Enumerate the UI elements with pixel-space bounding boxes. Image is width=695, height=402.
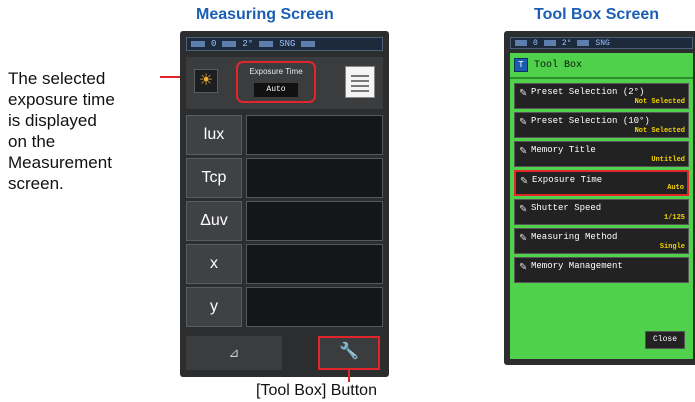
toolbox-screen-title: Tool Box Screen xyxy=(534,6,660,23)
selected-exposure-annotation: The selected exposure time is displayed … xyxy=(8,68,115,194)
toolbox-button[interactable]: 🔧 xyxy=(318,336,380,370)
status-segment xyxy=(543,40,556,46)
exposure-time-label: Exposure Time xyxy=(249,67,303,76)
item-name: Preset Selection (10°) xyxy=(531,116,650,126)
toolbox-item-preset-10[interactable]: ✎ Preset Selection (10°) Not Selected xyxy=(514,112,689,138)
measuring-screen: 0 2° SNG ☀ Exposure Time Auto lux Tcp Δu… xyxy=(180,31,389,377)
close-button[interactable]: Close xyxy=(645,331,685,349)
annotation-line: screen. xyxy=(8,174,64,193)
toolbox-item-preset-2[interactable]: ✎ Preset Selection (2°) Not Selected xyxy=(514,83,689,109)
item-name: Measuring Method xyxy=(531,232,618,242)
annotation-line: Measurement xyxy=(8,153,112,172)
annotation-line: is displayed xyxy=(8,111,97,130)
measure-top-row: ☀ Exposure Time Auto xyxy=(186,57,383,109)
battery-icon xyxy=(191,41,205,47)
toolbox-icon: T xyxy=(514,58,528,72)
row-value xyxy=(246,115,383,155)
measure-row-lux: lux xyxy=(186,115,383,155)
item-status: Not Selected xyxy=(634,98,685,106)
status-mode: SNG xyxy=(279,39,296,49)
row-value xyxy=(246,201,383,241)
row-label: x xyxy=(186,244,242,284)
item-name: Exposure Time xyxy=(532,175,603,185)
display-mode-icon[interactable] xyxy=(345,66,375,98)
item-status: Single xyxy=(659,243,685,251)
sun-icon[interactable]: ☀ xyxy=(194,69,218,93)
toolbox-header-label: Tool Box xyxy=(534,59,583,71)
item-status: Auto xyxy=(667,184,684,192)
measuring-screen-title: Measuring Screen xyxy=(196,6,334,23)
wrench-icon: ✎ xyxy=(519,263,528,274)
exposure-time-display[interactable]: Exposure Time Auto xyxy=(236,61,316,103)
toolbox-item-exposure-time[interactable]: ✎ Exposure Time Auto xyxy=(514,170,689,196)
annotation-line: exposure time xyxy=(8,90,115,109)
measure-row-tcp: Tcp xyxy=(186,158,383,198)
row-value xyxy=(246,244,383,284)
toolbox-panel: T Tool Box ✎ Preset Selection (2°) Not S… xyxy=(510,53,693,359)
status-segment xyxy=(259,41,274,47)
wrench-icon: ✎ xyxy=(519,205,528,216)
status-memory: 0 xyxy=(533,38,538,48)
toolbox-item-measuring-method[interactable]: ✎ Measuring Method Single xyxy=(514,228,689,254)
exposure-time-value: Auto xyxy=(254,83,298,97)
row-value xyxy=(246,287,383,327)
row-value xyxy=(246,158,383,198)
battery-icon xyxy=(515,40,527,46)
status-segment xyxy=(577,40,590,46)
toolbox-header: T Tool Box xyxy=(510,53,693,79)
annotation-line: The selected xyxy=(8,69,106,88)
row-label: Tcp xyxy=(186,158,242,198)
measure-row-y: y xyxy=(186,287,383,327)
lock-icon xyxy=(301,41,316,47)
status-segment xyxy=(222,41,237,47)
status-mode: SNG xyxy=(595,38,610,48)
status-angle: 2° xyxy=(242,39,254,49)
item-name: Shutter Speed xyxy=(531,203,602,213)
wrench-icon: ✎ xyxy=(519,89,528,100)
wrench-icon: ✎ xyxy=(519,118,528,129)
status-angle: 2° xyxy=(561,38,572,48)
row-label: Δuv xyxy=(186,201,242,241)
delta-button[interactable]: ⊿ xyxy=(186,336,282,370)
measure-row-duv: Δuv xyxy=(186,201,383,241)
wrench-icon: ✎ xyxy=(519,234,528,245)
item-status: Untitled xyxy=(651,156,685,164)
status-memory: 0 xyxy=(211,39,217,49)
bottom-bar: ⊿ 🔧 xyxy=(186,336,383,370)
status-bar: 0 2° SNG xyxy=(186,37,383,51)
toolbox-button-annotation: [Tool Box] Button xyxy=(256,382,377,399)
item-name: Preset Selection (2°) xyxy=(531,87,645,97)
toolbox-item-memory-management[interactable]: ✎ Memory Management xyxy=(514,257,689,283)
item-name: Memory Management xyxy=(531,261,623,271)
toolbox-item-shutter-speed[interactable]: ✎ Shutter Speed 1/125 xyxy=(514,199,689,225)
wrench-icon: 🔧 xyxy=(339,343,359,360)
toolbox-screen: 0 2° SNG T Tool Box ✎ Preset Selection (… xyxy=(504,31,695,365)
wrench-icon: ✎ xyxy=(519,147,528,158)
row-label: lux xyxy=(186,115,242,155)
toolbox-item-memory-title[interactable]: ✎ Memory Title Untitled xyxy=(514,141,689,167)
item-status: Not Selected xyxy=(634,127,685,135)
wrench-icon: ✎ xyxy=(520,177,529,188)
annotation-line: on the xyxy=(8,132,56,151)
item-status: 1/125 xyxy=(663,214,685,222)
row-label: y xyxy=(186,287,242,327)
status-bar: 0 2° SNG xyxy=(510,37,693,49)
item-name: Memory Title xyxy=(531,145,596,155)
measure-row-x: x xyxy=(186,244,383,284)
